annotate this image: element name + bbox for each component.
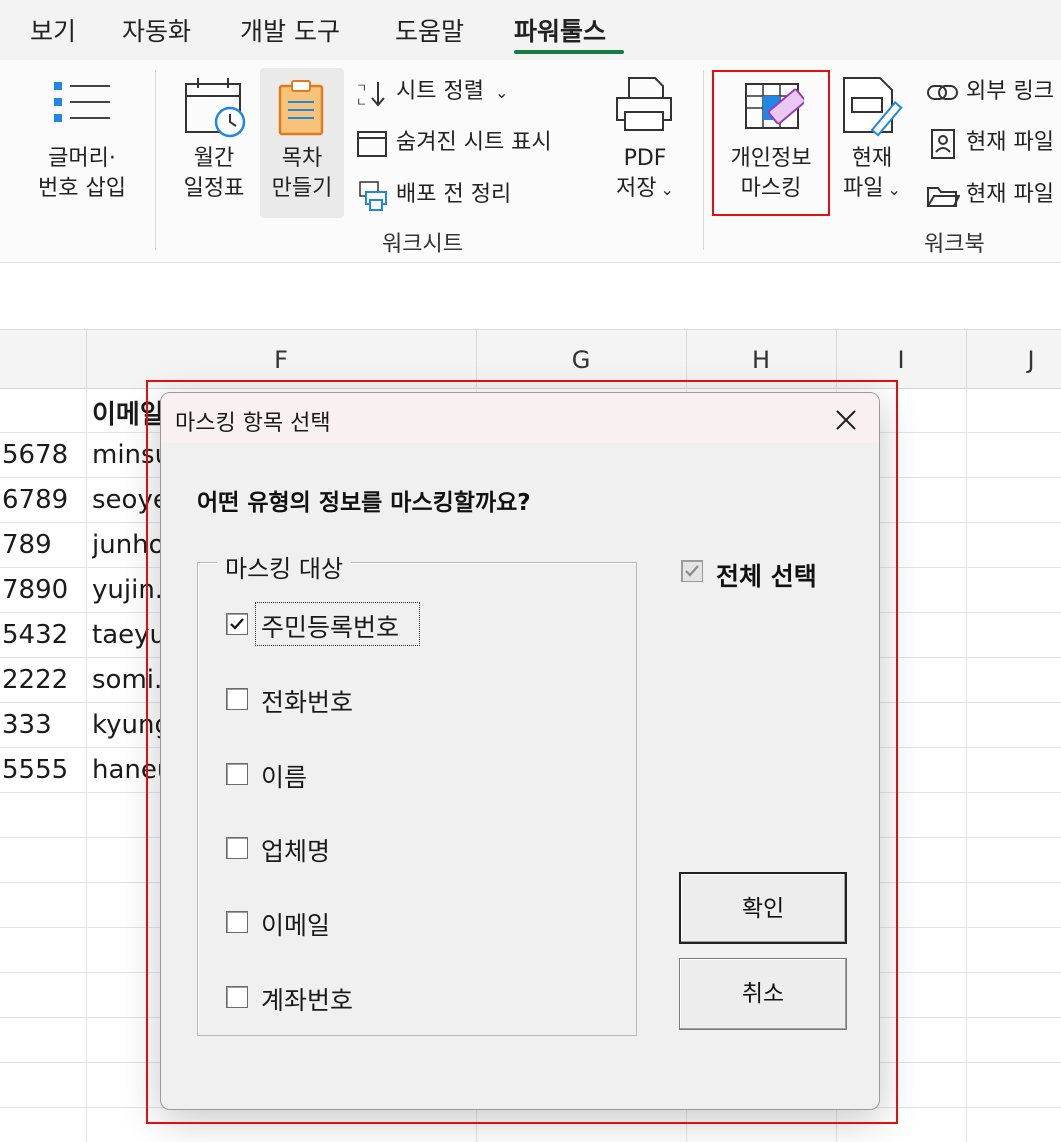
show-hidden-sheets-button[interactable]: 숨겨진 시트 표시 bbox=[396, 128, 552, 158]
current-file-item-2[interactable]: 현재 파일 bbox=[966, 180, 1054, 210]
sheet-window-icon bbox=[357, 131, 387, 157]
ribbon-separator bbox=[155, 70, 156, 250]
menu-bar: 보기 자동화 개발 도구 도움말 파워툴스 bbox=[0, 0, 1061, 60]
cleanup-before-distribution-button[interactable]: 배포 전 정리 bbox=[396, 180, 511, 210]
column-header-i[interactable]: I bbox=[836, 346, 966, 374]
sort-sheets-label: 시트 정렬 bbox=[396, 79, 484, 104]
worksheet-group-label: 워크시트 bbox=[382, 232, 463, 257]
monthly-calendar-label-2: 일정표 bbox=[183, 176, 245, 201]
person-file-icon bbox=[931, 129, 955, 159]
tab-help[interactable]: 도움말 bbox=[395, 12, 464, 48]
current-file-item-1[interactable]: 현재 파일 bbox=[966, 128, 1054, 158]
svg-text:ㄱ: ㄱ bbox=[356, 81, 367, 95]
make-toc-label: 목차 만들기 bbox=[260, 144, 344, 204]
current-file-button[interactable]: 현재 파일 ⌄ bbox=[830, 144, 914, 205]
phone-cell[interactable]: 7890 bbox=[2, 575, 68, 605]
outline-numbering-button[interactable]: 글머리· 번호 삽입 bbox=[22, 144, 142, 204]
sort-sheets-button[interactable]: 시트 정렬 ⌄ bbox=[396, 77, 508, 108]
formula-bar-area bbox=[0, 263, 1061, 330]
make-toc-label-1: 목차 bbox=[281, 146, 323, 171]
folder-icon bbox=[927, 187, 960, 207]
show-hidden-sheets-label: 숨겨진 시트 표시 bbox=[396, 130, 552, 155]
external-link-label: 외부 링크 bbox=[966, 79, 1054, 104]
pdf-save-label-2: 저장 bbox=[616, 176, 657, 201]
current-file-item-1-label: 현재 파일 bbox=[966, 130, 1054, 155]
sort-down-icon: ㄱ ㄴ bbox=[356, 81, 385, 108]
tab-developer[interactable]: 개발 도구 bbox=[240, 12, 340, 48]
dialog-highlight bbox=[146, 380, 898, 1124]
external-link-button[interactable]: 외부 링크 bbox=[966, 77, 1054, 107]
outline-numbering-label-1: 글머리· bbox=[48, 146, 116, 171]
phone-cell[interactable]: 5432 bbox=[2, 620, 68, 650]
printer-icon bbox=[616, 77, 672, 131]
file-pen-icon bbox=[843, 77, 903, 137]
chevron-down-icon: ⌄ bbox=[660, 180, 674, 199]
phone-cell[interactable]: 5555 bbox=[2, 755, 68, 785]
current-file-item-2-label: 현재 파일 bbox=[966, 182, 1054, 207]
column-header-f[interactable]: F bbox=[86, 346, 476, 374]
bulleted-list-icon bbox=[54, 82, 110, 122]
pdf-save-button[interactable]: PDF 저장 ⌄ bbox=[598, 144, 692, 205]
monthly-calendar-button[interactable]: 월간 일정표 bbox=[170, 144, 258, 204]
monthly-calendar-label-1: 월간 bbox=[193, 146, 235, 171]
calendar-clock-icon bbox=[185, 78, 246, 138]
ribbon-separator bbox=[703, 70, 704, 250]
clipboard-list-icon bbox=[278, 80, 324, 136]
ribbon: 글머리· 번호 삽입 월간 일정표 목차 만들기 ㄱ ㄴ 시트 정렬 ⌄ 숨겨진… bbox=[0, 60, 1061, 263]
current-file-label-1: 현재 bbox=[851, 146, 893, 171]
tab-powertools[interactable]: 파워툴스 bbox=[514, 12, 606, 48]
outline-numbering-label-2: 번호 삽입 bbox=[38, 176, 126, 201]
tab-automate[interactable]: 자동화 bbox=[122, 12, 191, 48]
phone-cell[interactable]: 333 bbox=[2, 710, 52, 740]
printer-sheet-icon bbox=[359, 181, 387, 211]
link-icon bbox=[927, 85, 958, 100]
column-header-j[interactable]: J bbox=[966, 346, 1061, 374]
phone-cell[interactable]: 789 bbox=[2, 530, 52, 560]
column-header-g[interactable]: G bbox=[476, 346, 686, 374]
workbook-group-label: 워크북 bbox=[924, 232, 985, 257]
phone-cell[interactable]: 2222 bbox=[2, 665, 68, 695]
chevron-down-icon: ⌄ bbox=[494, 83, 509, 102]
pdf-save-label-1: PDF bbox=[623, 146, 667, 171]
current-file-label-2: 파일 bbox=[843, 176, 884, 201]
make-toc-label-2: 만들기 bbox=[271, 176, 333, 201]
phone-cell[interactable]: 5678 bbox=[2, 440, 68, 470]
masking-button-highlight bbox=[712, 70, 830, 216]
chevron-down-icon: ⌄ bbox=[887, 180, 901, 199]
active-tab-indicator bbox=[514, 50, 624, 54]
phone-cell[interactable]: 6789 bbox=[2, 485, 68, 515]
svg-text:ㄴ: ㄴ bbox=[356, 95, 367, 108]
cleanup-label: 배포 전 정리 bbox=[396, 182, 512, 207]
column-header-h[interactable]: H bbox=[686, 346, 836, 374]
tab-view[interactable]: 보기 bbox=[30, 12, 76, 48]
